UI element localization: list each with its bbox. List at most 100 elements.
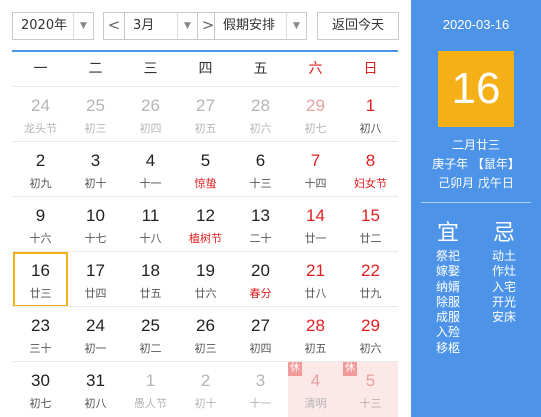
lunar-label: 初十 (84, 177, 107, 190)
calendar-widget: 2020年 ▼ < 3月 ▼ > 假期安排 ▼ 返回今天 一二三四五六日 24 龙… (0, 0, 541, 417)
day-cell[interactable]: 休 4 清明 (288, 362, 343, 417)
chevron-down-icon: ▼ (73, 13, 93, 39)
day-number: 7 (310, 151, 321, 170)
day-cell[interactable]: 30 初七 (13, 362, 68, 417)
prev-month-button[interactable]: < (103, 12, 125, 40)
day-cell[interactable]: 31 初八 (68, 362, 123, 417)
day-cell[interactable]: 23 三十 (13, 307, 68, 362)
day-cell[interactable]: 10 十七 (68, 197, 123, 252)
lunar-label: 初五 (194, 122, 217, 135)
lunar-label: 初五 (304, 342, 327, 355)
day-cell[interactable]: 11 十八 (123, 197, 178, 252)
lunar-label: 龙头节 (24, 122, 57, 135)
day-number: 2 (35, 151, 46, 170)
lunar-label: 初八 (359, 122, 382, 135)
day-number: 4 (145, 151, 156, 170)
lunar-label: 初三 (84, 122, 107, 135)
yi-item: 纳婿 (435, 279, 460, 294)
lunar-label: 惊蛰 (194, 177, 217, 190)
day-cell[interactable]: 5 惊蛰 (178, 142, 233, 197)
lunar-label: 初三 (194, 342, 217, 355)
year-select[interactable]: 2020年 ▼ (12, 12, 94, 40)
day-cell[interactable]: 27 初四 (233, 307, 288, 362)
back-to-today-button[interactable]: 返回今天 (317, 12, 399, 40)
day-cell[interactable]: 29 初六 (343, 307, 398, 362)
lunar-label: 廿八 (304, 287, 327, 300)
day-cell[interactable]: 3 初十 (68, 142, 123, 197)
day-number: 5 (365, 371, 376, 390)
day-number: 3 (255, 371, 266, 390)
weekday-label: 五 (253, 61, 268, 77)
day-cell[interactable]: 28 初五 (288, 307, 343, 362)
day-cell[interactable]: 13 二十 (233, 197, 288, 252)
day-number: 31 (86, 371, 105, 390)
lunar-label: 妇女节 (354, 177, 387, 190)
day-cell[interactable]: 21 廿八 (288, 252, 343, 307)
calendar-grid: 24 龙头节 25 初三 26 初四 27 初五 28 初六 29 初七 1 初八 2 初九 3 初十 4 十一 5 惊蛰… (12, 86, 398, 417)
day-number: 30 (31, 371, 50, 390)
day-cell[interactable]: 18 廿五 (123, 252, 178, 307)
day-cell[interactable]: 15 廿二 (343, 197, 398, 252)
lunar-label: 廿五 (139, 287, 162, 300)
day-cell[interactable]: 26 初三 (178, 307, 233, 362)
day-number: 13 (251, 206, 270, 225)
day-cell[interactable]: 28 初六 (233, 87, 288, 142)
day-cell[interactable]: 26 初四 (123, 87, 178, 142)
day-cell[interactable]: 4 十一 (123, 142, 178, 197)
day-cell[interactable]: 2 初十 (178, 362, 233, 417)
lunar-label: 十三 (359, 397, 382, 410)
selected-date: 2020-03-16 (442, 17, 510, 32)
day-cell[interactable]: 17 廿四 (68, 252, 123, 307)
day-cell[interactable]: 14 廿一 (288, 197, 343, 252)
day-number: 15 (361, 206, 380, 225)
day-cell[interactable]: 3 十一 (233, 362, 288, 417)
day-cell[interactable]: 19 廿六 (178, 252, 233, 307)
weekday-header: 一二三四五六日 (12, 50, 398, 86)
yi-item: 成服 (435, 310, 460, 325)
weekday-label: 二 (88, 61, 103, 77)
month-select[interactable]: 3月 ▼ (124, 12, 198, 40)
day-number: 12 (196, 206, 215, 225)
day-cell[interactable]: 25 初二 (123, 307, 178, 362)
lunar-label: 廿一 (304, 232, 327, 245)
day-cell-today[interactable]: 16 廿三 (13, 252, 68, 307)
day-number: 16 (31, 261, 50, 280)
day-cell[interactable]: 25 初三 (68, 87, 123, 142)
lunar-label: 三十 (29, 342, 52, 355)
weekday-label: 一 (33, 61, 48, 77)
day-number: 17 (86, 261, 105, 280)
day-cell[interactable]: 12 植树节 (178, 197, 233, 252)
day-number: 4 (310, 371, 321, 390)
day-cell[interactable]: 1 愚人节 (123, 362, 178, 417)
day-cell[interactable]: 27 初五 (178, 87, 233, 142)
day-cell[interactable]: 7 十四 (288, 142, 343, 197)
lunar-label: 初六 (249, 122, 272, 135)
lunar-label: 廿二 (359, 232, 382, 245)
day-cell[interactable]: 24 龙头节 (13, 87, 68, 142)
day-cell[interactable]: 休 5 十三 (343, 362, 398, 417)
lunar-label: 初十 (194, 397, 217, 410)
lunar-label: 植树节 (189, 232, 222, 245)
ji-item: 安床 (491, 310, 516, 325)
yi-list: 祭祀 嫁娶 纳婿 除服 成服 入殓 移柩 (428, 249, 468, 356)
day-number: 21 (306, 261, 325, 280)
ji-item: 入宅 (491, 279, 516, 294)
lunar-label: 初七 (304, 122, 327, 135)
day-cell[interactable]: 29 初七 (288, 87, 343, 142)
day-number: 10 (86, 206, 105, 225)
day-cell[interactable]: 20 春分 (233, 252, 288, 307)
day-cell[interactable]: 8 妇女节 (343, 142, 398, 197)
day-cell[interactable]: 24 初一 (68, 307, 123, 362)
lunar-label: 初四 (139, 122, 162, 135)
lunar-label: 初四 (249, 342, 272, 355)
day-cell[interactable]: 9 十六 (13, 197, 68, 252)
lunar-label: 春分 (249, 287, 272, 300)
day-cell[interactable]: 1 初八 (343, 87, 398, 142)
day-cell[interactable]: 2 初九 (13, 142, 68, 197)
day-number: 29 (361, 316, 380, 335)
day-cell[interactable]: 22 廿九 (343, 252, 398, 307)
day-number: 26 (141, 96, 160, 115)
day-cell[interactable]: 6 十三 (233, 142, 288, 197)
day-number: 2 (200, 371, 211, 390)
holiday-select[interactable]: 假期安排 ▼ (214, 12, 307, 40)
